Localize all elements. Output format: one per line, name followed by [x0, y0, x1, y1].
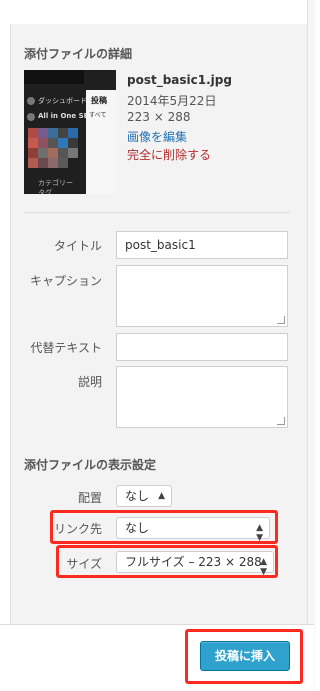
- attachment-details-heading: 添付ファイルの詳細: [24, 47, 133, 61]
- thumb-pane-sub: すべて: [89, 112, 107, 119]
- size-value: フルサイズ – 223 × 288: [125, 555, 262, 569]
- top-strip: [0, 0, 314, 24]
- size-label: サイズ: [66, 557, 102, 571]
- attachment-date: 2014年5月22日: [127, 94, 217, 108]
- link-to-value: なし: [125, 521, 150, 535]
- attachment-filename: post_basic1.jpg: [127, 73, 232, 87]
- scrollbar-strip[interactable]: [307, 0, 315, 690]
- select-arrows-icon: ▲ ▼: [260, 557, 267, 577]
- thumb-menu-dashboard: ダッシュボード: [38, 97, 87, 105]
- select-arrows-icon: ▲ ▼: [256, 523, 263, 543]
- edit-image-link[interactable]: 画像を編集: [127, 128, 187, 145]
- delete-permanently-link[interactable]: 完全に削除する: [127, 146, 211, 163]
- size-select[interactable]: フルサイズ – 223 × 288 ▲ ▼: [116, 551, 274, 577]
- description-label: 説明: [77, 375, 102, 389]
- attachment-thumbnail: ダッシュボード All in One SEO カテゴリー タグ 投稿 すべて: [24, 70, 116, 194]
- description-textarea[interactable]: [116, 366, 288, 428]
- thumb-menu-tag: タグ: [38, 189, 52, 194]
- thumb-pane-title: 投稿: [91, 96, 107, 105]
- seo-icon: [27, 113, 35, 121]
- resize-grip-icon[interactable]: [277, 417, 285, 425]
- alt-text-field[interactable]: [116, 333, 288, 361]
- thumb-content-pane: 投稿 すべて: [86, 90, 116, 194]
- caption-label: キャプション: [29, 274, 102, 288]
- link-to-label: リンク先: [54, 522, 103, 536]
- select-arrows-icon: ▲: [158, 491, 165, 501]
- link-to-select[interactable]: なし ▲ ▼: [116, 517, 270, 543]
- dashboard-icon: [27, 97, 35, 105]
- alt-text-label: 代替テキスト: [30, 341, 102, 355]
- resize-grip-icon[interactable]: [277, 316, 285, 324]
- title-label: タイトル: [53, 239, 102, 253]
- alignment-select[interactable]: なし ▲: [116, 485, 172, 507]
- alignment-value: なし: [125, 489, 150, 503]
- display-settings-heading: 添付ファイルの表示設定: [24, 458, 157, 472]
- caption-textarea[interactable]: [116, 265, 288, 327]
- thumb-menu-category: カテゴリー: [38, 179, 73, 187]
- title-field[interactable]: post_basic1: [116, 231, 288, 259]
- insert-into-post-button[interactable]: 投稿に挿入: [200, 641, 290, 671]
- alignment-label: 配置: [77, 491, 102, 505]
- attachment-dimensions: 223 × 288: [127, 110, 191, 124]
- details-divider: [24, 212, 290, 213]
